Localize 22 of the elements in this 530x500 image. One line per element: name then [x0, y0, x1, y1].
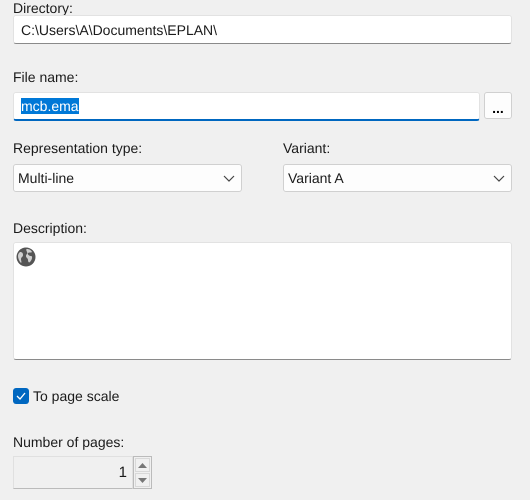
checkmark-icon — [16, 392, 26, 400]
spin-down-button[interactable] — [135, 473, 150, 487]
description-field[interactable] — [13, 242, 512, 360]
file-name-label: File name: — [13, 69, 78, 86]
spin-up-button[interactable] — [135, 458, 150, 472]
triangle-up-icon — [138, 462, 147, 468]
triangle-down-icon — [138, 478, 147, 482]
to-page-scale-checkbox[interactable]: To page scale — [13, 388, 120, 404]
representation-type-label: Representation type: — [13, 140, 142, 157]
variant-dropdown[interactable]: Variant A — [283, 164, 512, 192]
directory-field[interactable]: C:\Users\A\Documents\EPLAN\ — [13, 15, 512, 44]
chevron-down-icon — [223, 174, 235, 182]
chevron-down-icon — [493, 174, 505, 182]
number-of-pages-field[interactable]: 1 — [13, 456, 133, 489]
browse-button[interactable]: ... — [484, 92, 512, 119]
description-label: Description: — [13, 220, 87, 237]
directory-label: Directory: — [13, 0, 73, 17]
file-name-field[interactable]: mcb.ema — [13, 92, 480, 121]
number-of-pages-label: Number of pages: — [13, 434, 124, 451]
variant-label: Variant: — [283, 140, 330, 157]
globe-icon[interactable] — [16, 247, 36, 267]
representation-type-dropdown[interactable]: Multi-line — [13, 164, 242, 192]
